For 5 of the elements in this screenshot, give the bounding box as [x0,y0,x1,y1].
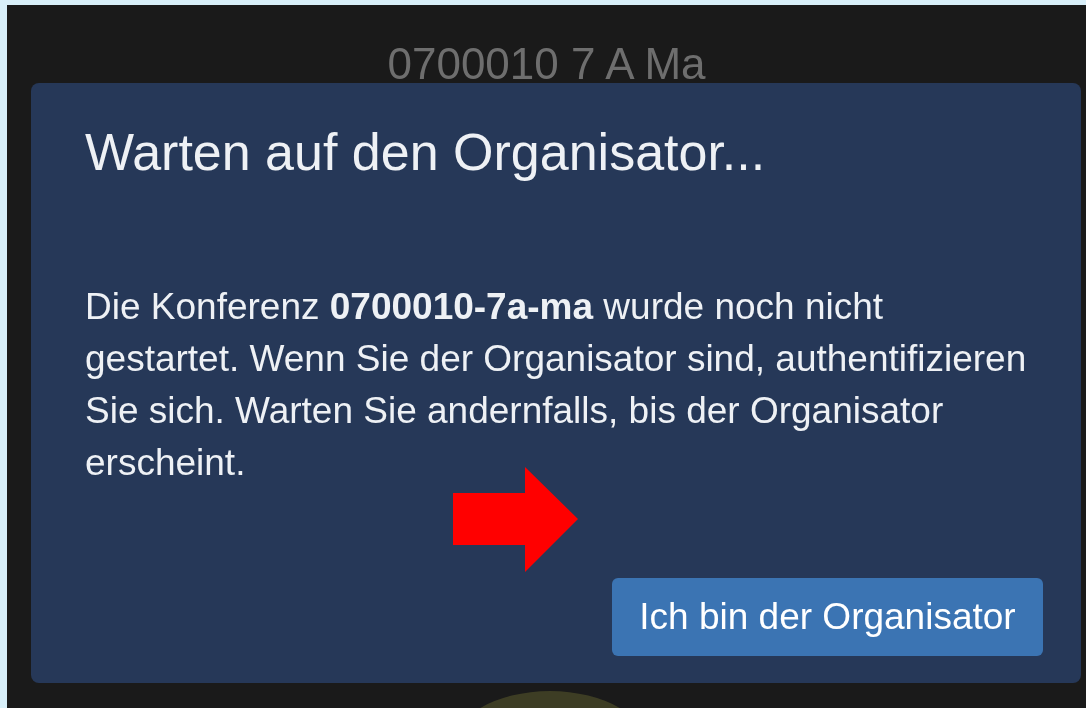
conference-title: 0700010 7 A Ma [387,43,706,83]
arrow-icon [453,467,578,572]
dialog-message: Die Konferenz 0700010-7a-ma wurde noch nicht gestartet. Wenn Sie der Organisator sind, authentifizieren Sie sich. Warten Sie andernfalls, bis der Organisator erscheint. [85,285,1028,485]
organizer-button[interactable]: Ich bin der Organisator [612,578,1043,656]
dialog-title: Warten auf den Organisator... [85,123,767,181]
